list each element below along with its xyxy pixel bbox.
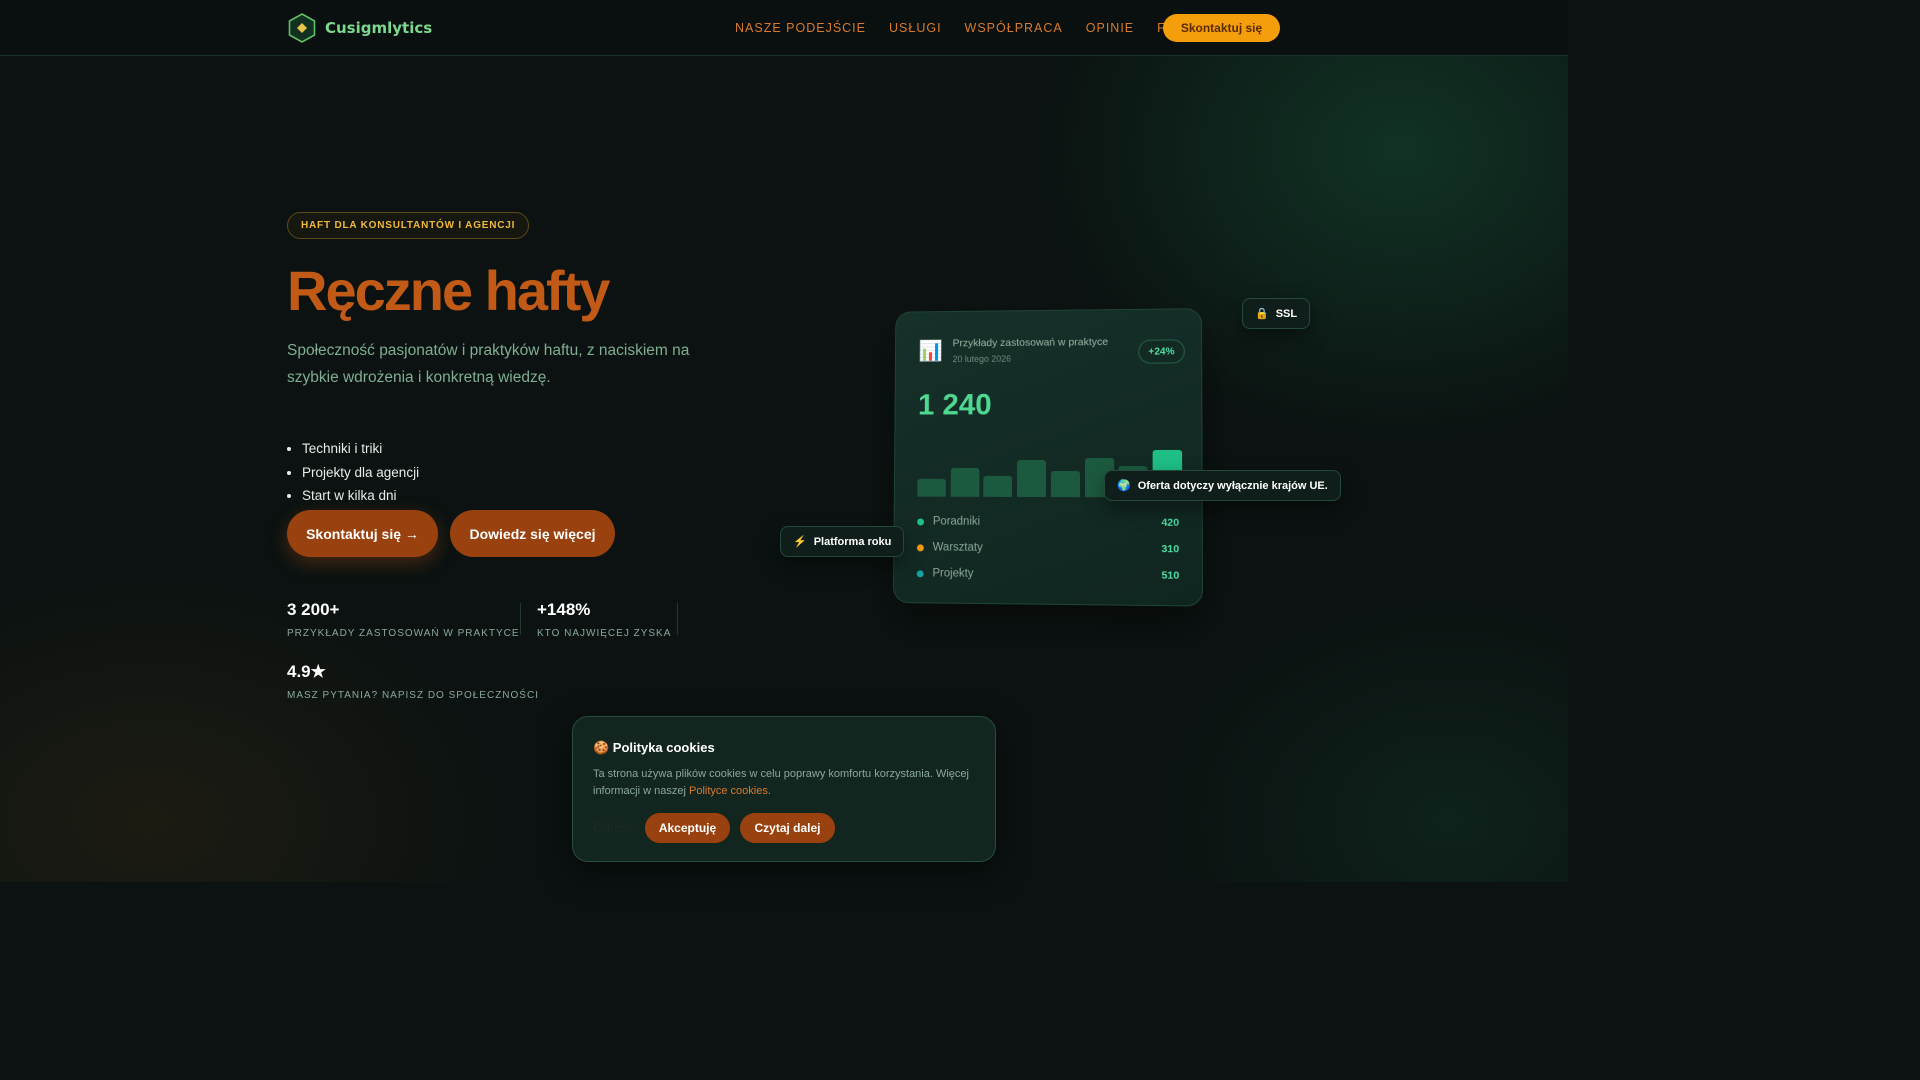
hexagon-logo-icon [288, 13, 316, 43]
chart-bar [950, 467, 980, 497]
card-title: Przykłady zastosowań w praktyce [952, 336, 1109, 350]
nav-link-services[interactable]: USŁUGI [889, 21, 942, 35]
cookie-title: 🍪 Polityka cookies [593, 740, 715, 755]
ssl-label: SSL [1275, 307, 1298, 320]
legend-name: Projekty [932, 567, 974, 580]
cookie-text: Ta strona używa plików cookies w celu po… [593, 766, 985, 800]
legend-row: Warsztaty 310 [916, 538, 1180, 558]
stat-divider [520, 603, 521, 635]
stat-value: +148% [537, 600, 591, 619]
cookie-text-body: Ta strona używa plików cookies w celu po… [593, 768, 969, 797]
legend-row: Poradniki 420 [917, 513, 1179, 532]
hero-subtitle: Społeczność pasjonatów i praktyków haftu… [287, 342, 690, 386]
feature-item: Projekty dla agencji [302, 462, 419, 486]
platform-label: Platforma roku [813, 535, 892, 548]
stat-value: 4.9★ [287, 662, 326, 681]
chart-bar [917, 478, 946, 497]
hero-contact-button[interactable]: Skontaktuj się → [287, 510, 438, 557]
legend-dot [917, 517, 925, 525]
stat-examples: 3 200+ PRZYKŁADY ZASTOSOWAŃ W PRAKTYCE [287, 600, 520, 639]
hero-title: Ręczne hafty [287, 259, 610, 322]
bar-chart-icon: 📊 [918, 338, 943, 363]
legend-name: Warsztaty [932, 541, 983, 554]
stat-label: PRZYKŁADY ZASTOSOWAŃ W PRAKTYCE [287, 628, 520, 639]
stat-divider [677, 603, 678, 635]
nav-link-cooperation[interactable]: WSPÓŁPRACA [965, 21, 1063, 35]
chart-bar [983, 475, 1013, 497]
cookie-read-more-button[interactable]: Czytaj dalej [740, 813, 835, 843]
feature-list: Techniki i triki Projekty dla agencji St… [302, 438, 419, 509]
stat-value: 3 200+ [287, 600, 340, 619]
eu-offer-label: Oferta dotyczy wyłącznie krajów UE. [1137, 479, 1328, 492]
legend-value: 510 [1161, 569, 1180, 582]
stat-growth: +148% KTO NAJWIĘCEJ ZYSKA [537, 600, 671, 639]
legend-value: 310 [1161, 542, 1180, 556]
stat-label: KTO NAJWIĘCEJ ZYSKA [537, 628, 672, 639]
change-badge: +24% [1138, 339, 1185, 364]
eu-offer-chip: 🌍 Oferta dotyczy wyłącznie krajów UE. [1104, 470, 1341, 501]
globe-icon: 🌍 [1117, 480, 1131, 492]
feature-item: Start w kilka dni [302, 485, 419, 509]
stat-rating: 4.9★ MASZ PYTANIA? NAPISZ DO SPOŁECZNOŚC… [287, 662, 539, 701]
logo-text: Cusigmlytics [325, 19, 433, 37]
legend-dot [916, 569, 924, 577]
chart-bar [1050, 471, 1080, 498]
cookie-reject-button[interactable]: Odrzuć [593, 821, 633, 835]
platform-chip: ⚡ Platforma roku [780, 526, 905, 557]
big-number: 1 240 [917, 388, 992, 422]
nav-links: NASZE PODEJŚCIE USŁUGI WSPÓŁPRACA OPINIE… [735, 21, 1208, 35]
hero-badge: HAFT DLA KONSULTANTÓW I AGENCJI [287, 212, 530, 239]
cookie-policy-link[interactable]: Polityce cookies [689, 785, 768, 797]
cookie-accept-button[interactable]: Akceptuję [645, 813, 730, 843]
legend-dot [916, 543, 924, 551]
top-navbar: Cusigmlytics NASZE PODEJŚCIE USŁUGI WSPÓ… [0, 0, 1568, 56]
dashboard-card: 📊 Przykłady zastosowań w praktyce 20 lut… [892, 308, 1204, 607]
nav-link-approach[interactable]: NASZE PODEJŚCIE [735, 21, 866, 35]
nav-link-reviews[interactable]: OPINIE [1086, 21, 1134, 35]
cookie-text-end: . [767, 785, 771, 797]
legend-row: Projekty 510 [916, 564, 1180, 585]
nav-contact-button[interactable]: Skontaktuj się [1163, 14, 1280, 42]
stat-label: MASZ PYTANIA? NAPISZ DO SPOŁECZNOŚCI [287, 690, 539, 701]
card-date: 20 lutego 2026 [952, 353, 1012, 365]
feature-item: Techniki i triki [302, 438, 419, 462]
logo[interactable]: Cusigmlytics [287, 13, 432, 43]
ssl-chip: 🔒 SSL [1242, 298, 1311, 329]
lightning-icon: ⚡ [793, 536, 807, 548]
legend-value: 420 [1161, 516, 1180, 529]
chart-bar [1017, 459, 1047, 498]
hero-learn-more-button[interactable]: Dowiedz się więcej [450, 510, 615, 557]
cookie-banner: 🍪 Polityka cookies Ta strona używa plikó… [572, 716, 996, 862]
lock-icon: 🔒 [1255, 308, 1269, 320]
legend-name: Poradniki [932, 515, 981, 528]
